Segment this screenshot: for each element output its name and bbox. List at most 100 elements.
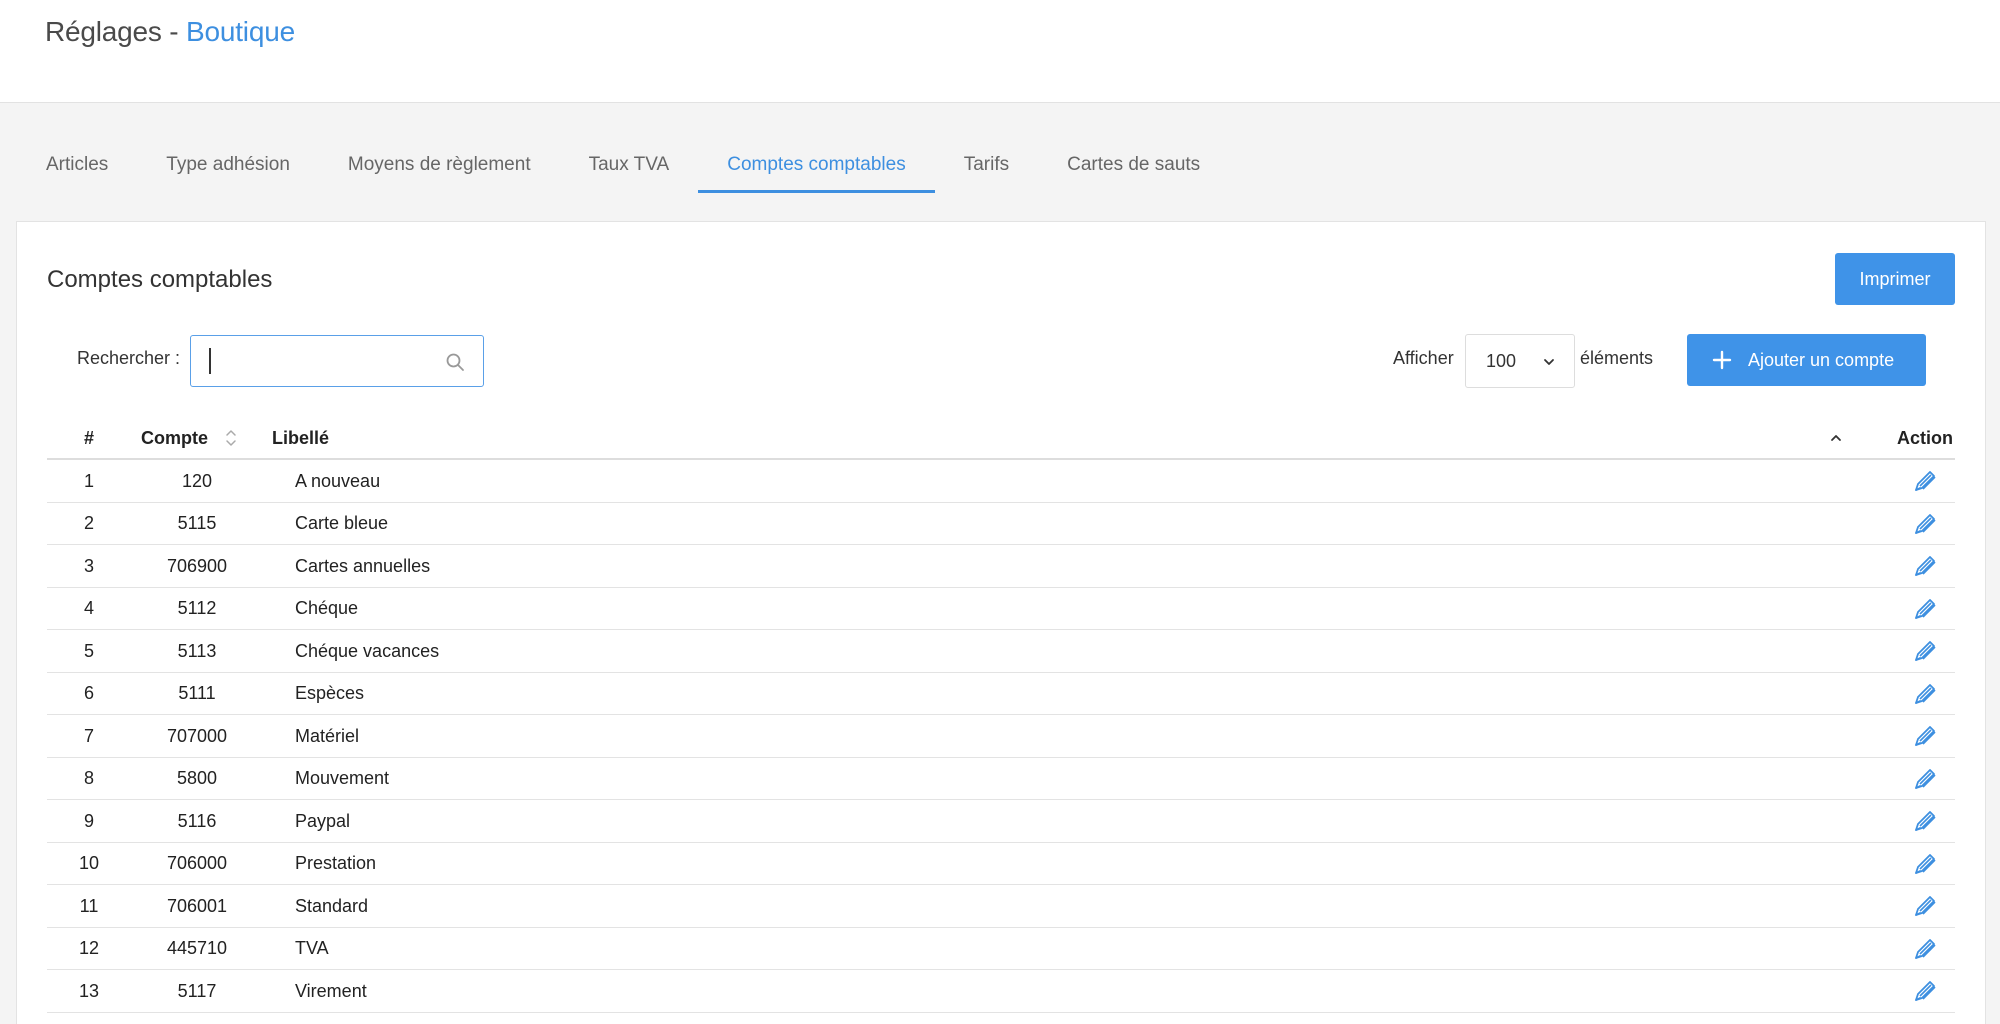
search-input[interactable] (209, 348, 429, 374)
search-label: Rechercher : (77, 348, 181, 368)
pencil-icon (1915, 726, 1936, 746)
table-row: 11 706001 Standard (47, 885, 1955, 928)
add-account-label: Ajouter un compte (1748, 349, 1895, 370)
cell-num: 12 (78, 938, 100, 958)
tab-comptes-comptables[interactable]: Comptes comptables (698, 135, 936, 195)
accounts-table: # Compte Libellé Action 1 120 A nouveau (47, 418, 1955, 1013)
edit-button[interactable] (1895, 970, 1955, 1012)
page-title-accent[interactable]: Boutique (186, 16, 295, 47)
cell-libelle: Chéque vacances (295, 640, 440, 661)
cell-compte: 706900 (166, 555, 228, 576)
cell-libelle: Chéque (295, 598, 359, 618)
sort-icon (226, 430, 236, 446)
cell-compte: 5115 (177, 513, 217, 533)
table-row: 4 5112 Chéque (47, 588, 1955, 630)
cell-compte: 5116 (177, 810, 217, 831)
cell-compte: 5800 (176, 768, 218, 788)
cell-num: 9 (83, 810, 94, 831)
edit-button[interactable] (1895, 630, 1955, 672)
cell-compte: 445710 (166, 938, 228, 958)
edit-button[interactable] (1895, 545, 1955, 587)
cell-libelle: Mouvement (295, 768, 390, 788)
edit-button[interactable] (1895, 460, 1955, 502)
chevron-down-icon (1544, 359, 1554, 365)
show-label: Afficher (1393, 348, 1454, 368)
table-row: 10 706000 Prestation (47, 843, 1955, 885)
edit-button[interactable] (1895, 673, 1955, 715)
search-field[interactable] (190, 335, 484, 387)
card-title: Comptes comptables (47, 266, 273, 293)
cell-num: 6 (83, 683, 94, 703)
page-title: Réglages - Boutique (45, 16, 295, 48)
column-header-libelle[interactable]: Libellé (272, 418, 329, 458)
table-row: 6 5111 Espèces (47, 673, 1955, 715)
pencil-icon (1915, 641, 1936, 661)
cell-num: 10 (78, 853, 100, 873)
pencil-icon (1915, 683, 1936, 704)
edit-button[interactable] (1895, 758, 1955, 800)
cell-libelle: Carte bleue (295, 513, 389, 533)
pencil-icon (1915, 811, 1936, 831)
tab-articles[interactable]: Articles (17, 135, 137, 195)
cell-libelle: A nouveau (295, 470, 381, 491)
elements-label: éléments (1580, 348, 1654, 368)
tab-type-adhesion[interactable]: Type adhésion (137, 135, 319, 195)
cell-libelle: Standard (295, 895, 369, 916)
print-button[interactable]: Imprimer (1835, 253, 1955, 305)
cell-num: 4 (83, 598, 94, 618)
edit-button[interactable] (1895, 843, 1955, 885)
table-header: # Compte Libellé Action (47, 418, 1955, 460)
edit-button[interactable] (1895, 715, 1955, 757)
cell-compte: 707000 (166, 725, 228, 746)
cell-compte: 706001 (166, 895, 228, 916)
settings-tabs: Articles Type adhésion Moyens de règleme… (17, 135, 1229, 195)
table-row: 3 706900 Cartes annuelles (47, 545, 1955, 588)
edit-button[interactable] (1895, 800, 1955, 842)
table-row: 7 707000 Matériel (47, 715, 1955, 758)
chevron-up-icon (1831, 435, 1841, 441)
cell-libelle: Prestation (295, 853, 377, 873)
cell-compte: 5113 (177, 640, 217, 661)
page-size-value: 100 (1486, 350, 1517, 371)
cell-num: 11 (79, 895, 99, 916)
top-bar: Réglages - Boutique (0, 0, 2000, 103)
cell-compte: 5117 (177, 980, 217, 1001)
edit-button[interactable] (1895, 885, 1955, 927)
edit-button[interactable] (1895, 503, 1955, 545)
cell-num: 2 (83, 513, 94, 533)
pencil-icon (1915, 471, 1936, 491)
page-title-prefix: Réglages - (45, 16, 186, 47)
tab-taux-tva[interactable]: Taux TVA (560, 135, 699, 195)
column-header-compte-label: Compte (141, 427, 208, 448)
cell-num: 7 (83, 725, 94, 746)
pencil-icon (1915, 981, 1936, 1001)
add-account-button[interactable]: Ajouter un compte (1687, 334, 1926, 386)
plus-icon (1712, 350, 1732, 370)
cell-num: 1 (83, 470, 94, 491)
table-row: 1 120 A nouveau (47, 460, 1955, 503)
column-header-compte[interactable]: Compte (131, 418, 263, 458)
edit-button[interactable] (1895, 588, 1955, 630)
cell-libelle: Espèces (295, 683, 365, 703)
cell-libelle: Cartes annuelles (295, 555, 431, 576)
pencil-icon (1915, 598, 1936, 619)
cell-libelle: Virement (295, 980, 367, 1001)
table-row: 2 5115 Carte bleue (47, 503, 1955, 545)
cell-num: 13 (78, 980, 100, 1001)
table-row: 8 5800 Mouvement (47, 758, 1955, 800)
libelle-sort-toggle[interactable] (1829, 418, 1845, 458)
table-row: 13 5117 Virement (47, 970, 1955, 1013)
cell-libelle: TVA (295, 938, 329, 958)
cell-libelle: Matériel (295, 725, 360, 746)
accounts-card: Comptes comptables Imprimer Rechercher :… (16, 221, 1986, 1024)
page-size-select[interactable]: 100 (1465, 334, 1575, 388)
cell-num: 8 (83, 768, 94, 788)
tab-cartes-de-sauts[interactable]: Cartes de sauts (1038, 135, 1229, 195)
cell-num: 3 (83, 555, 94, 576)
cell-compte: 120 (181, 470, 213, 491)
edit-button[interactable] (1895, 928, 1955, 970)
tab-moyens-de-reglement[interactable]: Moyens de règlement (319, 135, 560, 195)
pencil-icon (1915, 556, 1936, 576)
tab-tarifs[interactable]: Tarifs (935, 135, 1038, 195)
column-header-num[interactable]: # (47, 418, 131, 458)
